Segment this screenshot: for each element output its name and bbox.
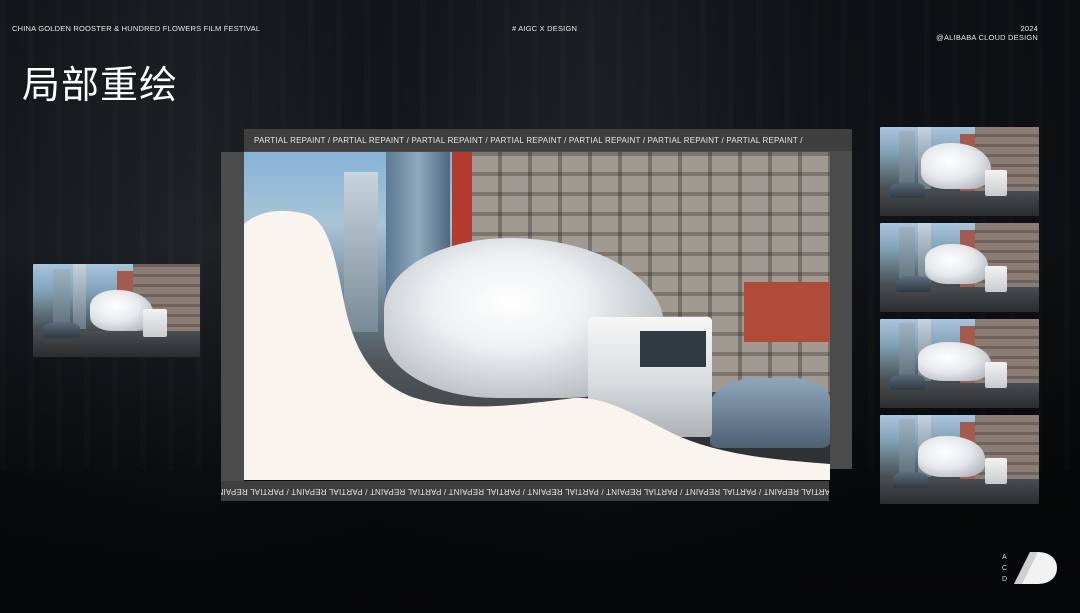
repaint-mask: [244, 210, 830, 480]
building: [899, 131, 915, 190]
truck-cab: [143, 308, 167, 337]
car: [892, 471, 928, 488]
alibaba-cloud-design-label: @ALIBABA CLOUD DESIGN: [936, 33, 1038, 42]
festival-name: CHINA GOLDEN ROOSTER & HUNDRED FLOWERS F…: [12, 24, 261, 33]
building: [53, 268, 70, 330]
truck-cab: [984, 169, 1008, 197]
main-frame-side: [221, 152, 244, 481]
truck-cargo: [924, 244, 989, 284]
car: [889, 374, 925, 391]
building: [899, 419, 915, 478]
aigc-design-tag: # AIGC X DESIGN: [512, 24, 578, 33]
header-right: 2024 @ALIBABA CLOUD DESIGN: [936, 24, 1038, 42]
truck-cargo: [918, 436, 985, 478]
acd-logo-icon: [1014, 552, 1057, 584]
street-scene: [33, 264, 200, 357]
car: [889, 182, 925, 199]
car: [895, 276, 931, 293]
building: [899, 323, 915, 382]
truck-cab: [984, 457, 1008, 485]
strip-bottom-text: PARTIAL REPAINT / PARTIAL REPAINT / PART…: [221, 486, 829, 496]
year-label: 2024: [1020, 24, 1038, 33]
logo-letter-a: A: [1002, 554, 1008, 561]
building: [73, 264, 87, 330]
street-scene: [880, 415, 1039, 504]
main-repaint-image: [244, 152, 830, 480]
truck-cab: [984, 361, 1008, 389]
street-scene: [880, 127, 1039, 216]
logo-letter-d: D: [1002, 576, 1009, 583]
variant-thumbnail-3: [880, 319, 1039, 408]
strip-top-text: PARTIAL REPAINT / PARTIAL REPAINT / PART…: [254, 135, 803, 145]
partial-repaint-strip-bottom: PARTIAL REPAINT / PARTIAL REPAINT / PART…: [221, 481, 829, 501]
partial-repaint-strip-top: PARTIAL REPAINT / PARTIAL REPAINT / PART…: [244, 129, 852, 151]
truck-cab: [984, 265, 1008, 293]
street-scene: [880, 223, 1039, 312]
acd-letters: A C D: [1002, 552, 1008, 585]
original-image-thumbnail: [33, 264, 200, 357]
street-scene: [880, 319, 1039, 408]
car: [43, 321, 80, 339]
variant-thumbnail-2: [880, 223, 1039, 312]
page-title: 局部重绘: [22, 63, 179, 107]
variant-thumbnail-4: [880, 415, 1039, 504]
truck-cargo: [918, 342, 992, 382]
variant-thumbnail-1: [880, 127, 1039, 216]
logo-letter-c: C: [1002, 565, 1009, 572]
